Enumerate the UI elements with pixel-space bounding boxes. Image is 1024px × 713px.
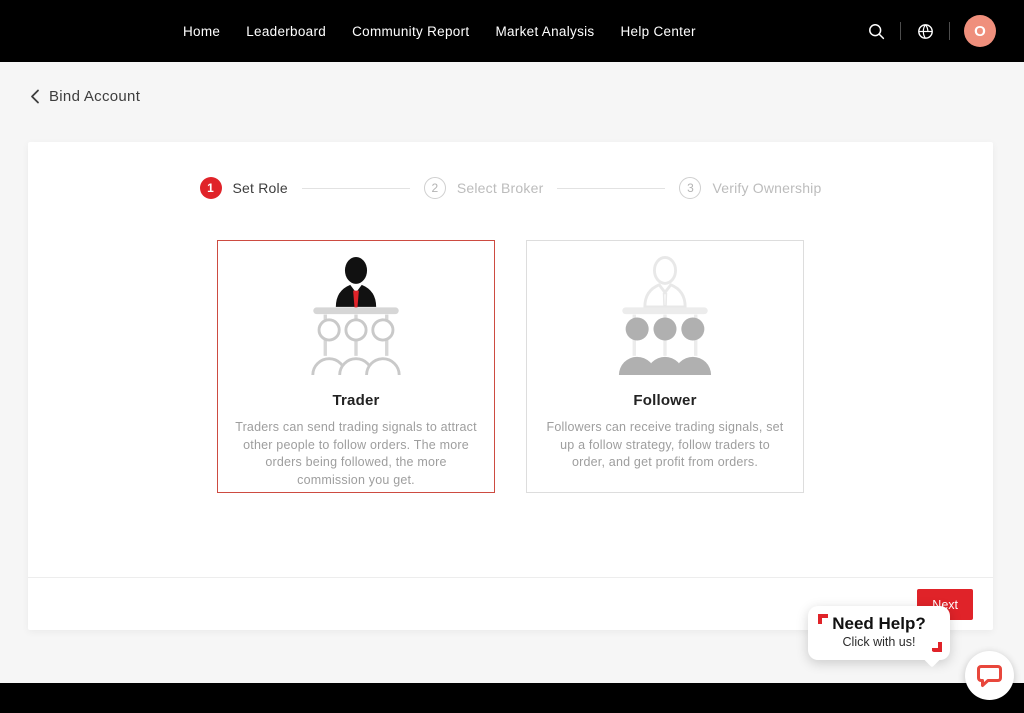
step-set-role: 1 Set Role	[200, 177, 288, 199]
chat-bubble-icon	[976, 663, 1003, 689]
nav-divider	[900, 22, 901, 40]
step-label: Set Role	[233, 180, 288, 196]
step-label: Select Broker	[457, 180, 544, 196]
globe-icon[interactable]	[915, 21, 935, 41]
help-bubble-title: Need Help?	[808, 614, 950, 634]
red-corner-bracket-icon	[932, 642, 942, 652]
need-help-bubble[interactable]: Need Help? Click with us!	[808, 606, 950, 660]
step-connector	[557, 188, 665, 189]
role-card-follower[interactable]: Follower Followers can receive trading s…	[526, 240, 804, 493]
red-corner-bracket-icon	[818, 614, 828, 624]
chat-launcher-button[interactable]	[965, 651, 1014, 700]
step-number-badge: 1	[200, 177, 222, 199]
stepper: 1 Set Role 2 Select Broker 3 Verify Owne…	[28, 177, 993, 199]
step-verify-ownership: 3 Verify Ownership	[679, 177, 821, 199]
follower-audience-icon	[617, 256, 713, 382]
nav-item-community-report[interactable]: Community Report	[352, 24, 469, 39]
page-title: Bind Account	[49, 88, 140, 105]
bubble-tail	[924, 651, 941, 668]
back-chevron-icon[interactable]	[30, 89, 40, 104]
nav-divider	[949, 22, 950, 40]
breadcrumb-back[interactable]: Bind Account	[30, 88, 140, 105]
step-label: Verify Ownership	[712, 180, 821, 196]
footer-bar	[0, 683, 1024, 713]
nav-item-home[interactable]: Home	[183, 24, 220, 39]
role-description: Followers can receive trading signals, s…	[543, 419, 787, 472]
nav-menu: Home Leaderboard Community Report Market…	[183, 24, 696, 39]
step-select-broker: 2 Select Broker	[424, 177, 544, 199]
help-bubble-subtitle: Click with us!	[808, 635, 950, 649]
user-avatar[interactable]: O	[964, 15, 996, 47]
nav-item-leaderboard[interactable]: Leaderboard	[246, 24, 326, 39]
top-nav: Home Leaderboard Community Report Market…	[0, 0, 1024, 62]
nav-item-market-analysis[interactable]: Market Analysis	[495, 24, 594, 39]
search-icon[interactable]	[866, 21, 886, 41]
role-title: Follower	[527, 392, 803, 409]
bind-account-card: 1 Set Role 2 Select Broker 3 Verify Owne…	[28, 142, 993, 630]
role-description: Traders can send trading signals to attr…	[234, 419, 478, 489]
nav-actions: O	[866, 15, 996, 47]
nav-item-help-center[interactable]: Help Center	[620, 24, 695, 39]
step-number-badge: 3	[679, 177, 701, 199]
role-options: Trader Traders can send trading signals …	[28, 240, 993, 493]
card-footer-divider	[28, 577, 993, 578]
step-number-badge: 2	[424, 177, 446, 199]
step-connector	[302, 188, 410, 189]
role-title: Trader	[218, 392, 494, 409]
trader-podium-icon	[308, 256, 404, 382]
role-card-trader[interactable]: Trader Traders can send trading signals …	[217, 240, 495, 493]
